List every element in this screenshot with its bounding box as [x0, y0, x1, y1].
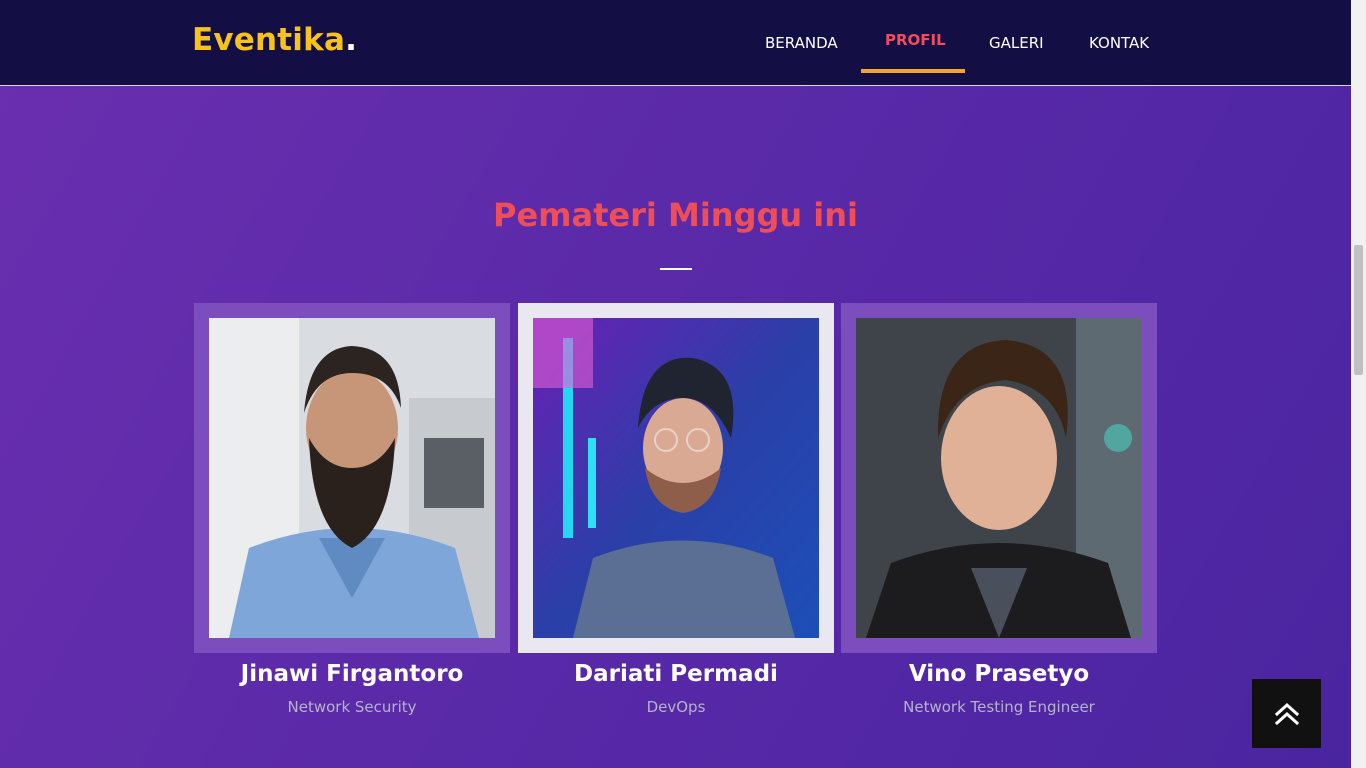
speaker-photo [209, 318, 495, 638]
speaker-role: Network Security [287, 698, 417, 716]
speaker-photo [856, 318, 1142, 638]
speaker-role: Network Testing Engineer [903, 698, 1095, 716]
navbar: Eventika. BERANDA PROFIL GALERI KONTAK [0, 0, 1351, 86]
nav-kontak[interactable]: KONTAK [1089, 34, 1149, 52]
speaker-name: Vino Prasetyo [908, 661, 1090, 687]
page-scrollbar[interactable] [1351, 0, 1366, 768]
speaker-photo [533, 318, 819, 638]
speaker-name: Dariati Permadi [574, 661, 778, 687]
nav-profil[interactable]: PROFIL [885, 31, 946, 49]
section-title: Pemateri Minggu ini [492, 196, 859, 234]
scrollbar-thumb[interactable] [1354, 245, 1363, 375]
back-to-top-button[interactable] [1252, 679, 1321, 748]
nav-beranda[interactable]: BERANDA [765, 34, 838, 52]
nav-galeri[interactable]: GALERI [989, 34, 1044, 52]
speaker-name: Jinawi Firgantoro [240, 661, 464, 687]
title-divider [660, 268, 692, 270]
speaker-role: DevOps [646, 698, 706, 716]
double-chevron-up-icon [1274, 702, 1299, 725]
speaker-card[interactable] [841, 303, 1157, 653]
speaker-card[interactable] [518, 303, 834, 653]
active-nav-indicator [861, 69, 965, 73]
brand-logo[interactable]: Eventika. [192, 22, 357, 58]
speaker-card[interactable] [194, 303, 510, 653]
